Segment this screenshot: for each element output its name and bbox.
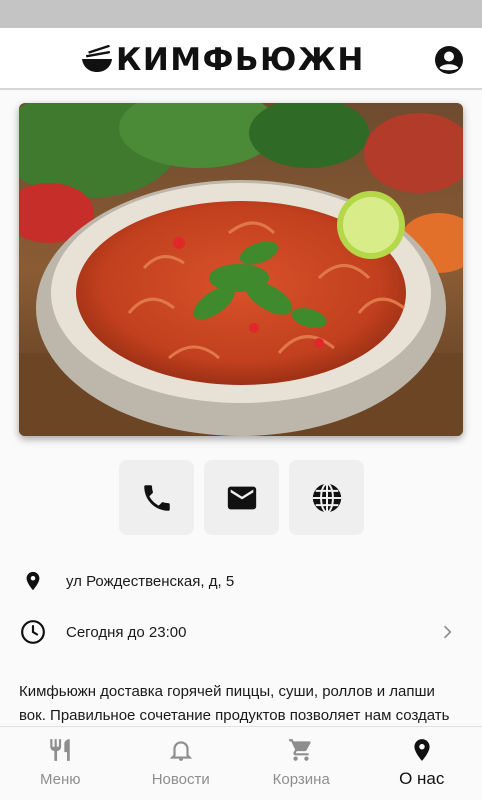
cart-icon — [289, 739, 311, 761]
tab-news[interactable]: Новости — [121, 727, 242, 800]
tab-cart-label: Корзина — [272, 771, 330, 788]
hours-row[interactable]: Сегодня до 23:00 — [19, 612, 463, 652]
address-row[interactable]: ул Рождественская, д, 5 — [19, 561, 463, 601]
hours-text: Сегодня до 23:00 — [66, 623, 187, 641]
tab-about[interactable]: О нас — [362, 727, 482, 800]
description-text: Кимфьюжн доставка горячей пиццы, суши, р… — [19, 683, 450, 724]
website-button[interactable] — [289, 460, 364, 535]
address-text: ул Рождественская, д, 5 — [66, 572, 235, 590]
tab-cart[interactable]: Корзина — [241, 727, 362, 800]
tab-menu[interactable]: Меню — [0, 727, 121, 800]
clock-icon — [19, 618, 47, 646]
contact-actions — [119, 460, 364, 535]
tab-about-label: О нас — [399, 769, 445, 788]
status-bar — [0, 0, 482, 28]
email-icon — [227, 486, 256, 509]
profile-icon[interactable] — [434, 45, 464, 75]
noodle-bowl-icon — [82, 45, 112, 72]
soup-photo — [19, 103, 463, 436]
location-pin-icon — [19, 567, 47, 595]
phone-icon — [143, 484, 170, 511]
tab-news-label: Новости — [151, 771, 210, 788]
call-button[interactable] — [119, 460, 194, 535]
email-button[interactable] — [204, 460, 279, 535]
app-header: КИМФЬЮЖН — [0, 28, 482, 90]
bell-icon — [169, 741, 193, 761]
tab-menu-label: Меню — [39, 771, 81, 788]
hero-image — [19, 103, 463, 436]
fork-knife-icon — [50, 739, 70, 761]
chevron-right-icon — [443, 625, 452, 639]
globe-icon — [312, 482, 341, 513]
brand-name: КИМФЬЮЖН — [116, 42, 365, 78]
location-pin-icon — [414, 739, 430, 761]
bottom-tab-bar: Меню Новости Корзина О нас — [0, 726, 482, 800]
brand-logo: КИМФЬЮЖН — [80, 42, 365, 78]
